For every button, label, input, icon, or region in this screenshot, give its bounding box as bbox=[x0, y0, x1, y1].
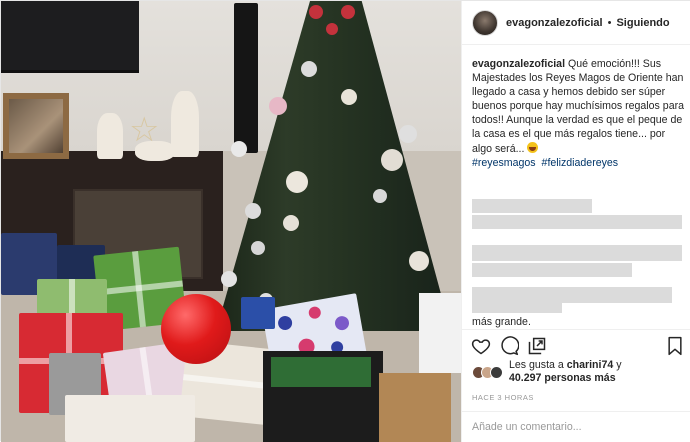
header-separator: • bbox=[607, 16, 612, 29]
hashtag-link[interactable]: #reyesmagos bbox=[472, 157, 536, 169]
photo-ornament bbox=[399, 125, 417, 143]
comment-input[interactable] bbox=[472, 421, 672, 433]
blurred-comment-block bbox=[472, 245, 682, 261]
hashtag-link[interactable]: #felizdiadereyes bbox=[542, 157, 619, 169]
blurred-comment-block bbox=[472, 199, 592, 213]
caption-username[interactable]: evagonzalezoficial bbox=[472, 58, 565, 70]
grinning-emoji-icon bbox=[527, 141, 539, 153]
post-photo[interactable]: ☆ bbox=[1, 1, 461, 442]
comment-bubble-icon[interactable] bbox=[499, 336, 519, 356]
photo-ornament bbox=[286, 171, 308, 193]
photo-tv bbox=[1, 1, 139, 73]
photo-gift-box bbox=[241, 297, 275, 329]
likes-prefix: Les gusta a bbox=[509, 359, 564, 371]
heart-icon[interactable] bbox=[471, 336, 491, 356]
blurred-comment-block bbox=[472, 215, 682, 229]
likes-connector: y bbox=[616, 359, 622, 371]
liker-username[interactable]: charini74 bbox=[567, 359, 614, 371]
photo-ornament bbox=[373, 189, 387, 203]
photo-nativity-figure bbox=[171, 91, 199, 157]
photo-ornament bbox=[283, 215, 299, 231]
post-actions-bar bbox=[462, 329, 690, 359]
photo-ornament bbox=[251, 241, 265, 255]
photo-red-balloon bbox=[161, 294, 231, 364]
photo-ornament bbox=[381, 149, 403, 171]
likes-summary: Les gusta a charini74 y 40.297 personas … bbox=[472, 359, 622, 385]
photo-gift-bag bbox=[271, 357, 371, 387]
photo-gift-bag bbox=[419, 293, 461, 373]
blurred-comment-block bbox=[472, 263, 632, 277]
likes-count[interactable]: 40.297 personas más bbox=[509, 372, 616, 384]
post-header: evagonzalezoficial • Siguiendo bbox=[462, 1, 690, 45]
photo-picture-frame bbox=[3, 93, 69, 159]
photo-nativity-figure bbox=[97, 113, 123, 159]
photo-ornament bbox=[341, 5, 355, 19]
photo-ornament bbox=[409, 251, 429, 271]
photo-ornament bbox=[309, 5, 323, 19]
avatar[interactable] bbox=[472, 9, 498, 36]
caption-hashtags: #reyesmagos #felizdiadereyes bbox=[472, 157, 621, 169]
blurred-comment-block bbox=[472, 287, 672, 303]
post-timestamp[interactable]: HACE 3 HORAS bbox=[472, 393, 534, 402]
comment-tail-text: más grande. bbox=[472, 316, 531, 328]
photo-gift-box bbox=[65, 395, 195, 442]
photo-gift-bag bbox=[379, 373, 451, 442]
photo-speaker bbox=[234, 3, 258, 153]
instagram-post: ☆ evagonzalezoficial • Siguiendo evagonz… bbox=[0, 0, 690, 442]
post-sidebar: evagonzalezoficial • Siguiendo evagonzal… bbox=[461, 1, 690, 442]
photo-ornament bbox=[326, 23, 338, 35]
photo-ornament bbox=[231, 141, 247, 157]
bookmark-icon[interactable] bbox=[665, 336, 685, 356]
photo-ornament bbox=[341, 89, 357, 105]
liker-avatar[interactable] bbox=[490, 365, 503, 379]
photo-ornament bbox=[245, 203, 261, 219]
photo-star-ornament: ☆ bbox=[129, 111, 160, 149]
photo-ornament bbox=[301, 61, 317, 77]
blurred-comment-block bbox=[472, 303, 562, 313]
share-icon[interactable] bbox=[527, 336, 547, 356]
likes-text: Les gusta a charini74 y 40.297 personas … bbox=[509, 359, 622, 385]
post-caption: evagonzalezoficial Qué emoción!!! Sus Ma… bbox=[472, 57, 684, 156]
header-username[interactable]: evagonzalezoficial bbox=[506, 17, 603, 29]
photo-ornament bbox=[269, 97, 287, 115]
comment-box bbox=[462, 411, 690, 442]
caption-text: Qué emoción!!! Sus Majestades los Reyes … bbox=[472, 58, 684, 155]
following-button[interactable]: Siguiendo bbox=[616, 17, 669, 29]
photo-ornament bbox=[221, 271, 237, 287]
